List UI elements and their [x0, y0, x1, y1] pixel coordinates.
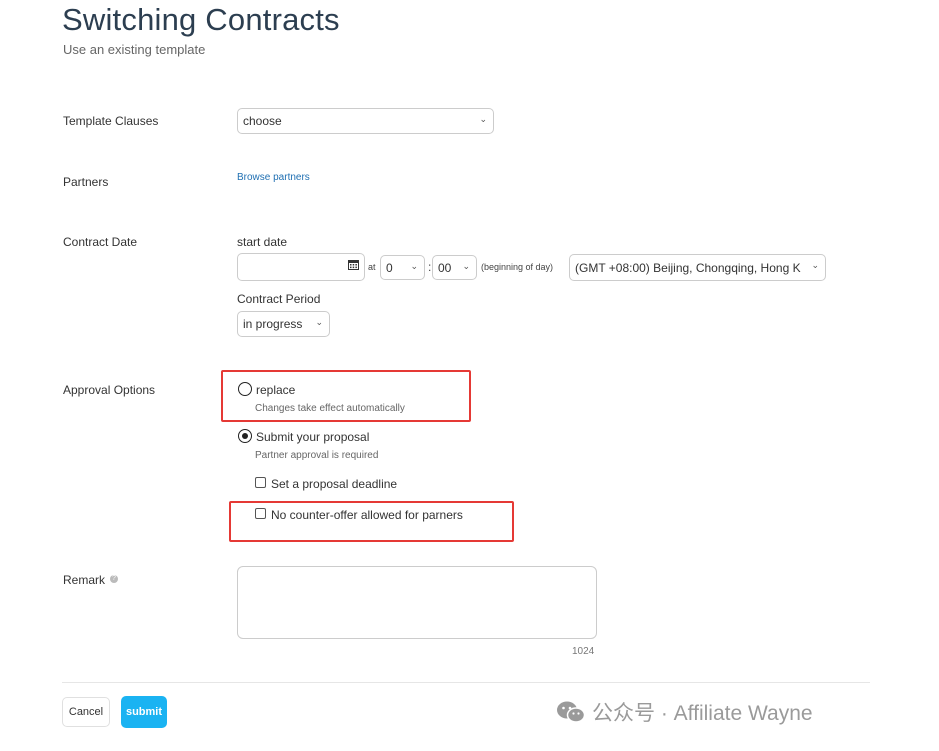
contract-date-label: Contract Date: [63, 235, 138, 249]
watermark: 公众号 · Affiliate Wayne: [556, 697, 813, 727]
character-counter: 1024: [572, 646, 595, 657]
checkbox-proposal-deadline-label: Set a proposal deadline: [271, 477, 398, 491]
approval-options-label: Approval Options: [63, 383, 156, 397]
start-date-input[interactable]: [237, 253, 365, 281]
partners-label: Partners: [63, 175, 109, 189]
radio-submit-proposal-hint: Partner approval is required: [255, 450, 379, 461]
start-date-label: start date: [237, 235, 288, 249]
page-title: Switching Contracts: [62, 2, 340, 37]
contract-period-label: Contract Period: [237, 292, 321, 306]
radio-replace[interactable]: [238, 382, 252, 396]
timezone-select[interactable]: (GMT +08:00) Beijing, Chongqing, Hong K …: [569, 254, 826, 281]
wechat-icon: [557, 701, 586, 723]
minute-value: 00: [438, 260, 452, 275]
help-icon[interactable]: ?: [110, 575, 118, 583]
chevron-down-icon: ⌄: [811, 260, 819, 270]
template-clauses-value: choose: [243, 114, 282, 128]
template-clauses-select[interactable]: choose ⌄: [237, 108, 494, 134]
chevron-down-icon: ⌄: [315, 317, 323, 327]
watermark-text: 公众号 · Affiliate Wayne: [592, 702, 813, 725]
hour-select[interactable]: 0 ⌄: [380, 255, 425, 280]
page-subtitle: Use an existing template: [63, 42, 206, 57]
checkbox-proposal-deadline[interactable]: [255, 477, 266, 488]
submit-button[interactable]: submit: [121, 696, 167, 728]
timezone-value: (GMT +08:00) Beijing, Chongqing, Hong K: [575, 260, 801, 275]
radio-replace-hint: Changes take effect automatically: [255, 403, 405, 414]
at-label: at: [368, 262, 376, 272]
radio-replace-label: replace: [256, 383, 296, 397]
remark-label: Remark: [63, 573, 106, 587]
contract-period-select[interactable]: in progress ⌄: [237, 311, 330, 337]
beginning-of-day-note: (beginning of day): [481, 262, 554, 272]
checkbox-no-counter-offer-label: No counter-offer allowed for parners: [271, 508, 463, 522]
time-separator: :: [428, 260, 432, 274]
browse-partners-link[interactable]: Browse partners: [237, 172, 310, 183]
chevron-down-icon: ⌄: [410, 261, 418, 271]
remark-textarea[interactable]: [237, 566, 597, 639]
radio-submit-proposal[interactable]: [238, 429, 252, 443]
radio-submit-proposal-label: Submit your proposal: [256, 430, 370, 444]
contract-period-value: in progress: [243, 317, 303, 331]
calendar-icon[interactable]: [348, 259, 359, 270]
template-clauses-label: Template Clauses: [63, 114, 159, 128]
chevron-down-icon: ⌄: [479, 114, 487, 124]
hour-value: 0: [386, 260, 393, 275]
footer-divider: [62, 682, 870, 683]
cancel-button[interactable]: Cancel: [62, 697, 110, 727]
minute-select[interactable]: 00 ⌄: [432, 255, 477, 280]
chevron-down-icon: ⌄: [462, 261, 470, 271]
checkbox-no-counter-offer[interactable]: [255, 508, 266, 519]
